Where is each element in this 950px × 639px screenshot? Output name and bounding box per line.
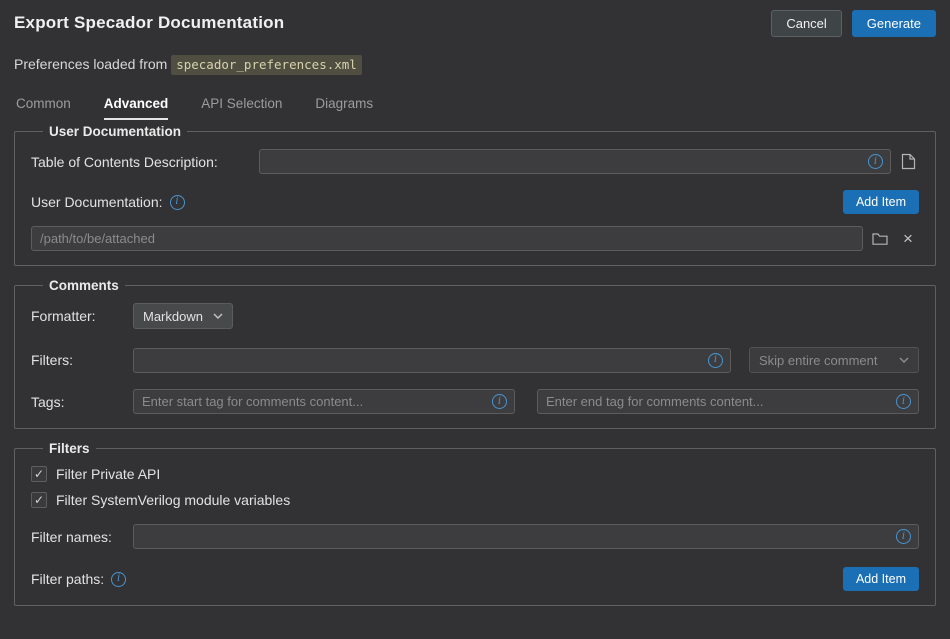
filter-names-input[interactable]: [133, 524, 919, 549]
filter-names-row: Filter names: i: [31, 524, 919, 549]
skip-comment-selected-value: Skip entire comment: [759, 353, 878, 368]
generate-button[interactable]: Generate: [852, 10, 936, 37]
formatter-label: Formatter:: [31, 308, 133, 324]
tab-bar: Common Advanced API Selection Diagrams: [0, 96, 950, 120]
section-comments: Comments Formatter: Markdown Filters: i …: [14, 278, 936, 429]
filter-paths-row: Filter paths: i Add Item: [31, 567, 919, 591]
section-filters: Filters ✓ Filter Private API ✓ Filter Sy…: [14, 441, 936, 606]
preferences-text: Preferences loaded from: [14, 56, 167, 72]
info-icon: i: [111, 572, 126, 587]
toc-description-row: Table of Contents Description: i: [31, 149, 919, 174]
end-tag-input[interactable]: [537, 389, 919, 414]
filter-sv-variables-row: ✓ Filter SystemVerilog module variables: [31, 492, 919, 508]
filter-paths-label: Filter paths:: [31, 571, 104, 587]
add-item-button[interactable]: Add Item: [843, 190, 919, 214]
section-user-documentation: User Documentation Table of Contents Des…: [14, 124, 936, 266]
header-buttons: Cancel Generate: [771, 10, 936, 37]
checkbox-filter-sv-module-variables[interactable]: ✓: [31, 492, 47, 508]
toc-description-label: Table of Contents Description:: [31, 154, 259, 170]
info-icon: i: [708, 353, 723, 368]
add-item-button[interactable]: Add Item: [843, 567, 919, 591]
section-user-documentation-title: User Documentation: [43, 124, 187, 139]
preferences-file: specador_preferences.xml: [171, 55, 362, 75]
new-file-icon[interactable]: [897, 151, 919, 173]
info-icon: i: [896, 394, 911, 409]
skip-comment-select[interactable]: Skip entire comment: [749, 347, 919, 373]
section-comments-title: Comments: [43, 278, 125, 293]
dialog-header: Export Specador Documentation Cancel Gen…: [0, 0, 950, 38]
toc-description-input[interactable]: [259, 149, 891, 174]
info-icon: i: [170, 195, 185, 210]
formatter-select[interactable]: Markdown: [133, 303, 233, 329]
remove-icon[interactable]: ×: [897, 228, 919, 250]
cancel-button[interactable]: Cancel: [771, 10, 841, 37]
attached-path-row: ×: [31, 226, 919, 251]
tags-row: Tags: i i: [31, 389, 919, 414]
chevron-down-icon: [213, 313, 223, 319]
page-title: Export Specador Documentation: [14, 13, 284, 33]
checkmark-icon: ✓: [34, 468, 44, 480]
attached-path-input-wrap: [31, 226, 863, 251]
comment-filters-input[interactable]: [133, 348, 731, 373]
tags-label: Tags:: [31, 394, 133, 410]
checkbox-label: Filter SystemVerilog module variables: [56, 492, 290, 508]
comment-filters-input-wrap: i: [133, 348, 731, 373]
tab-advanced[interactable]: Advanced: [104, 96, 169, 120]
start-tag-input[interactable]: [133, 389, 515, 414]
tab-diagrams[interactable]: Diagrams: [315, 96, 373, 120]
filter-private-api-row: ✓ Filter Private API: [31, 466, 919, 482]
chevron-down-icon: [899, 357, 909, 363]
checkbox-filter-private-api[interactable]: ✓: [31, 466, 47, 482]
info-icon: i: [492, 394, 507, 409]
info-icon: i: [896, 529, 911, 544]
section-filters-title: Filters: [43, 441, 96, 456]
toc-description-input-wrap: i: [259, 149, 891, 174]
attached-path-input[interactable]: [31, 226, 863, 251]
filter-names-input-wrap: i: [133, 524, 919, 549]
end-tag-input-wrap: i: [537, 389, 919, 414]
user-documentation-label: User Documentation:: [31, 194, 163, 210]
checkmark-icon: ✓: [34, 494, 44, 506]
filter-names-label: Filter names:: [31, 529, 133, 545]
user-documentation-row: User Documentation: i Add Item: [31, 190, 919, 214]
preferences-line: Preferences loaded from specador_prefere…: [0, 56, 950, 72]
info-icon: i: [868, 154, 883, 169]
checkbox-label: Filter Private API: [56, 466, 160, 482]
formatter-row: Formatter: Markdown: [31, 303, 919, 329]
start-tag-input-wrap: i: [133, 389, 515, 414]
tab-api-selection[interactable]: API Selection: [201, 96, 282, 120]
comment-filters-row: Filters: i Skip entire comment: [31, 347, 919, 373]
export-specador-dialog: { "header": { "title": "Export Specador …: [0, 0, 950, 639]
comment-filters-label: Filters:: [31, 352, 133, 368]
tab-common[interactable]: Common: [16, 96, 71, 120]
folder-icon[interactable]: [869, 228, 891, 250]
formatter-selected-value: Markdown: [143, 309, 203, 324]
